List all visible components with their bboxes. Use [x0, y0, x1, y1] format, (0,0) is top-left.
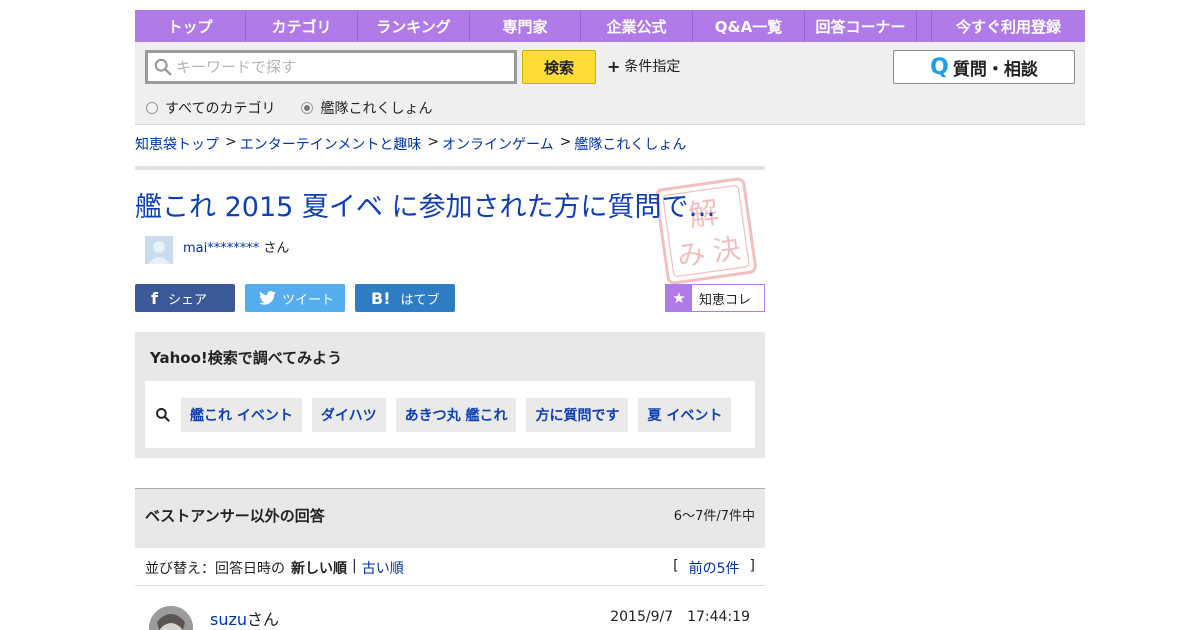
condition-button[interactable]: + 条件指定 [607, 56, 680, 76]
radio-icon [146, 102, 158, 114]
nav-item-7 [917, 10, 932, 42]
hatena-b-icon: B! [371, 288, 391, 308]
avatar[interactable] [149, 606, 193, 630]
answer-user-name: suzuさん [210, 606, 279, 630]
default-avatar-icon [145, 236, 173, 264]
yahoo-search-title: Yahoo!検索で調べてみよう [150, 349, 343, 367]
breadcrumb-entertainment[interactable]: エンターテインメントと趣味 [240, 134, 422, 154]
search-button[interactable]: 検索 [522, 50, 596, 84]
user-avatar-image [149, 606, 193, 630]
global-nav: トップ カテゴリ ランキング 専門家 企業公式 Q&A一覧 回答コーナー 今すぐ利用登録 [135, 10, 1085, 42]
breadcrumb-separator: > [427, 134, 440, 150]
hatena-bookmark-label: はてブ [400, 292, 440, 308]
search-icon [154, 58, 172, 76]
search-icon [156, 407, 170, 422]
pager: [ 前の5件 ] [673, 558, 755, 578]
search-area: 検索 + 条件指定 Q 質問・相談 すべてのカテゴリ 艦隊これくしょん [135, 42, 1085, 125]
divider [135, 166, 765, 170]
keyword-chip[interactable]: 方に質問です [526, 397, 629, 432]
nav-item-3[interactable]: 専門家 [470, 10, 581, 42]
answer-date: 2015/9/7 17:44:19 [610, 609, 750, 625]
breadcrumb-top[interactable]: 知恵袋トップ [135, 134, 219, 154]
prev-page-link[interactable]: 前の5件 [689, 558, 740, 578]
star-icon: ★ [666, 285, 692, 311]
twitter-share-label: ツイート [282, 292, 335, 308]
nav-item-5[interactable]: Q&A一覧 [693, 10, 805, 42]
svg-text:み: み [675, 237, 707, 274]
ask-question-button[interactable]: Q 質問・相談 [893, 50, 1075, 84]
sort-label: 並び替え：回答日時の [145, 561, 285, 577]
nav-item-2[interactable]: ランキング [358, 10, 470, 42]
search-scope: すべてのカテゴリ 艦隊これくしょん [146, 98, 458, 118]
search-input[interactable] [176, 58, 506, 76]
breadcrumb-kancolle[interactable]: 艦隊これくしょん [574, 134, 686, 154]
facebook-icon: f [151, 288, 158, 308]
other-answers-header: ベストアンサー以外の回答 6〜7件/7件中 [135, 488, 765, 548]
nav-item-6[interactable]: 回答コーナー [805, 10, 917, 42]
sort-newest: 新しい順 [291, 561, 347, 577]
breadcrumb-separator: > [559, 134, 572, 150]
scope-all-label: すべてのカテゴリ [165, 101, 276, 117]
answer-count: 6〜7件/7件中 [673, 509, 755, 524]
user-suffix: さん [263, 241, 290, 256]
search-box[interactable] [145, 50, 517, 84]
twitter-share-button[interactable]: ツイート [245, 284, 345, 312]
chie-kore-button[interactable]: ★ 知恵コレ [665, 284, 765, 312]
pager-bracket-close: ] [749, 558, 755, 574]
scope-all-radio[interactable]: すべてのカテゴリ [146, 98, 275, 118]
sort-separator: | [352, 558, 357, 574]
breadcrumb-separator: > [225, 134, 237, 150]
hatena-bookmark-button[interactable]: B! はてブ [355, 284, 455, 312]
svg-text:決: 決 [711, 231, 743, 268]
radio-selected-icon [301, 102, 314, 114]
keyword-chip[interactable]: 艦これ イベント [181, 397, 302, 432]
answer-user-link[interactable]: suzu [210, 610, 247, 629]
breadcrumb-online-game[interactable]: オンラインゲーム [442, 134, 554, 154]
facebook-share-label: シェア [167, 292, 207, 308]
yahoo-search-suggestions: Yahoo!検索で調べてみよう 艦これ イベント ダイハツ あきつ丸 艦これ 方に質問… [135, 332, 765, 458]
user-suffix: さん [247, 610, 280, 629]
scope-current-radio[interactable]: 艦隊これくしょん [301, 98, 432, 118]
other-answers-heading: ベストアンサー以外の回答 [145, 507, 325, 525]
nav-item-0[interactable]: トップ [135, 10, 246, 42]
sort-oldest-link[interactable]: 古い順 [362, 558, 404, 578]
nav-item-8[interactable]: 今すぐ利用登録 [932, 10, 1085, 42]
answer-item: suzuさん 2015/9/7 17:44:19 [135, 598, 765, 630]
breadcrumb: 知恵袋トップ > エンターテインメントと趣味 > オンラインゲーム > 艦隊これ… [135, 134, 686, 154]
scope-current-label: 艦隊これくしょん [320, 101, 433, 117]
condition-label: 条件指定 [624, 59, 681, 75]
facebook-share-button[interactable]: f シェア [135, 284, 235, 312]
ask-question-label: 質問・相談 [952, 59, 1038, 80]
twitter-bird-icon [259, 291, 276, 305]
question-user-name: mai******** さん [183, 237, 289, 256]
nav-item-1[interactable]: カテゴリ [246, 10, 358, 42]
question-q-icon: Q [930, 54, 949, 80]
pager-bracket-open: [ [673, 558, 679, 574]
question-user: mai******** さん [145, 236, 289, 264]
chie-kore-label: 知恵コレ [699, 292, 752, 308]
plus-icon: + [607, 56, 621, 76]
question-title: 艦これ 2015 夏イベ に参加された方に質問で… [135, 192, 716, 223]
keyword-chip[interactable]: あきつ丸 艦これ [395, 397, 517, 432]
avatar[interactable] [145, 236, 173, 264]
keyword-chip[interactable]: 夏 イベント [638, 397, 732, 432]
sort-controls: 並び替え：回答日時の 新しい順 | 古い順 [145, 558, 404, 578]
nav-item-4[interactable]: 企業公式 [581, 10, 693, 42]
sort-bar: 並び替え：回答日時の 新しい順 | 古い順 [ 前の5件 ] [135, 548, 765, 586]
keyword-chip[interactable]: ダイハツ [311, 397, 386, 432]
keyword-list: 艦これ イベント ダイハツ あきつ丸 艦これ 方に質問です夏 イベント [145, 381, 755, 448]
question-user-link[interactable]: mai******** [183, 241, 259, 256]
